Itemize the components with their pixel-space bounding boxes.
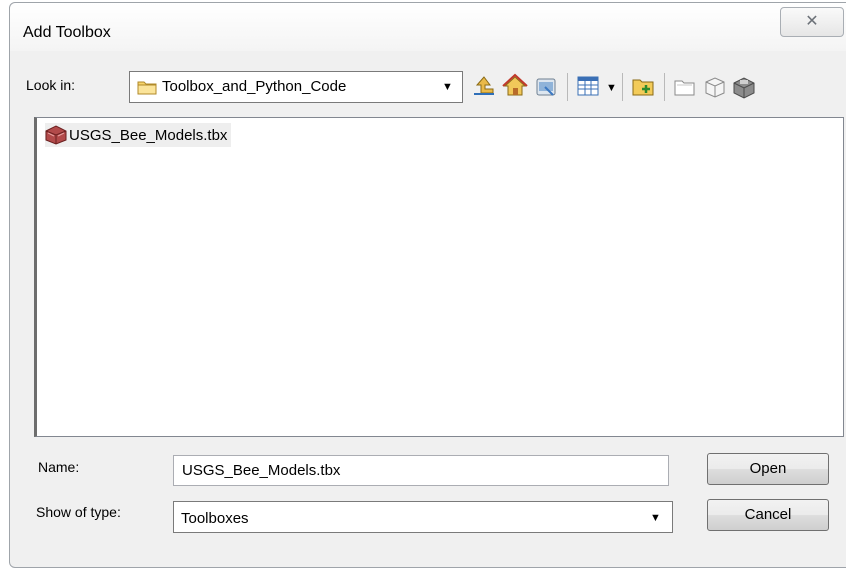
view-menu-chevron-icon[interactable]: ▼	[606, 82, 617, 94]
close-button[interactable]: ✕	[780, 7, 844, 37]
chevron-down-icon: ▼	[650, 512, 661, 524]
add-toolbox-dialog: Add Toolbox ✕ Look in: Toolbox_and_Pytho…	[9, 2, 846, 568]
toolbar-separator	[622, 73, 623, 101]
name-label: Name:	[38, 459, 80, 475]
new-item-icon[interactable]	[672, 73, 698, 99]
new-toolbox-icon[interactable]	[702, 73, 728, 99]
home-icon[interactable]	[502, 73, 528, 99]
toolbox-icon	[45, 125, 67, 145]
open-button[interactable]: Open	[707, 453, 829, 485]
list-item[interactable]: USGS_Bee_Models.tbx	[45, 123, 232, 147]
look-in-dropdown[interactable]: Toolbox_and_Python_Code ▼	[129, 71, 463, 103]
look-in-value: Toolbox_and_Python_Code	[162, 78, 347, 95]
toolbar-separator	[664, 73, 665, 101]
show-of-type-value: Toolboxes	[181, 510, 249, 527]
toolbox-icon[interactable]	[731, 73, 757, 99]
file-name: USGS_Bee_Models.tbx	[69, 126, 228, 144]
new-folder-icon[interactable]	[631, 73, 657, 99]
file-list[interactable]: USGS_Bee_Models.tbx	[34, 117, 844, 437]
view-list-icon[interactable]	[575, 73, 601, 99]
name-input[interactable]: USGS_Bee_Models.tbx	[173, 455, 669, 486]
dialog-title: Add Toolbox	[23, 24, 111, 41]
chevron-down-icon: ▼	[442, 81, 453, 93]
toolbar-separator	[567, 73, 568, 101]
folder-icon	[137, 81, 157, 95]
show-of-type-label: Show of type:	[36, 504, 121, 520]
title-bar: Add Toolbox ✕	[10, 3, 846, 51]
close-icon: ✕	[805, 13, 819, 30]
cancel-button[interactable]: Cancel	[707, 499, 829, 531]
show-of-type-dropdown[interactable]: Toolboxes ▼	[173, 501, 673, 533]
up-one-level-icon[interactable]	[471, 73, 497, 99]
look-in-label: Look in:	[26, 77, 76, 93]
connect-folder-icon[interactable]	[533, 73, 559, 99]
